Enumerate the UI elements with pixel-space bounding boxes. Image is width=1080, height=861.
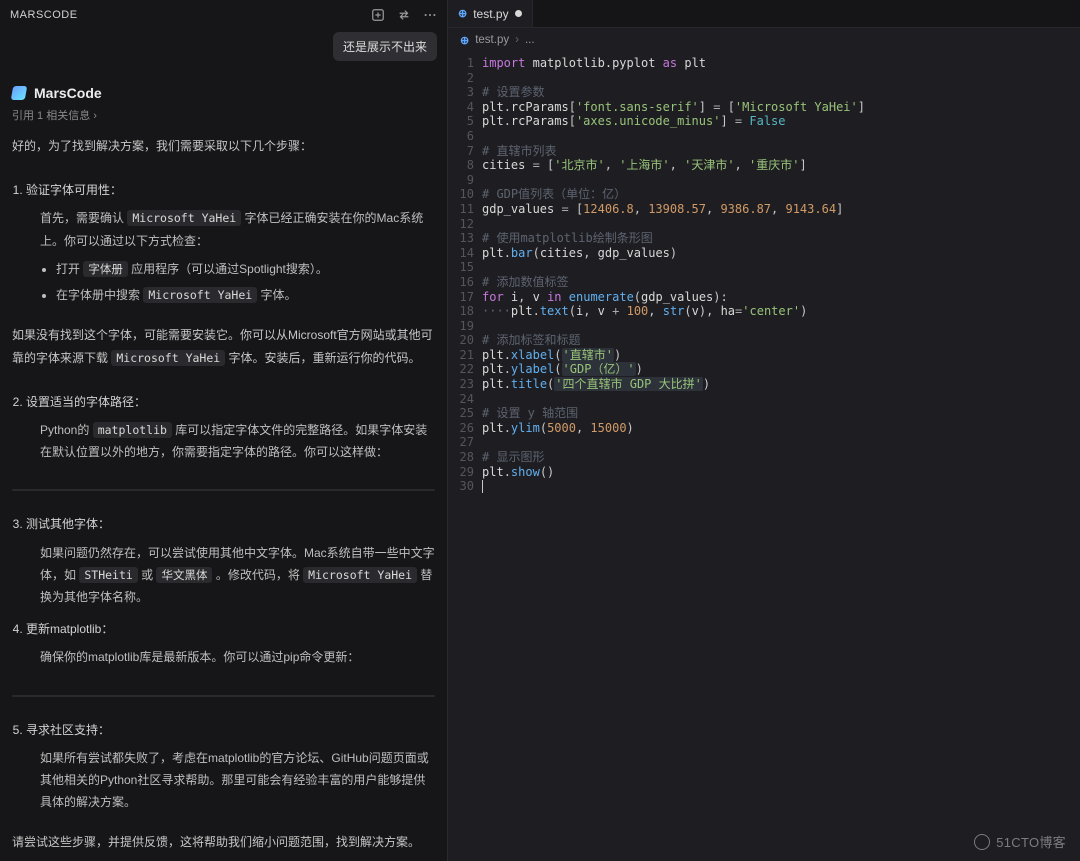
step-5: 寻求社区支持： 如果所有尝试都失败了，考虑在matplotlib的官方论坛、Gi…: [26, 719, 435, 814]
step-2: 设置适当的字体路径： Python的 matplotlib 库可以指定字体文件的…: [26, 391, 435, 464]
step1-followup: 如果没有找到这个字体，可能需要安装它。你可以从Microsoft官方网站或其他可…: [0, 322, 447, 378]
editor-panel: ⊕ test.py ⊕ test.py › ... 12345678910111…: [448, 0, 1080, 861]
step-3: 测试其他字体： 如果问题仍然存在，可以尝试使用其他中文字体。Mac系统自带一些中…: [26, 513, 435, 608]
assistant-steps-3: 测试其他字体： 如果问题仍然存在，可以尝试使用其他中文字体。Mac系统自带一些中…: [0, 501, 447, 684]
code-snippet-bash: bash pip install --upgrade matplotlib: [12, 695, 435, 697]
chip-yahei: Microsoft YaHei: [127, 210, 241, 226]
tab-test-py[interactable]: ⊕ test.py: [448, 0, 533, 27]
user-message-row: 还是展示不出来: [0, 26, 447, 67]
assistant-steps-2: 设置适当的字体路径： Python的 matplotlib 库可以指定字体文件的…: [0, 379, 447, 480]
assistant-intro: 好的，为了找到解决方案，我们需要采取以下几个步骤：: [0, 133, 447, 167]
reference-link[interactable]: 引用 1 相关信息: [0, 105, 447, 133]
python-file-icon: ⊕: [460, 34, 469, 47]
assistant-name: MarsCode: [34, 85, 102, 101]
new-chat-icon[interactable]: [371, 8, 385, 22]
chat-panel: MARSCODE 还是展示不出来 MarsCode 引用 1 相关信息 好的，为…: [0, 0, 448, 861]
step-1: 验证字体可用性： 首先，需要确认 Microsoft YaHei 字体已经正确安…: [26, 179, 435, 306]
python-file-icon: ⊕: [458, 7, 467, 20]
assistant-heading: MarsCode: [0, 67, 447, 105]
line-gutter: 1234567891011121314151617181920212223242…: [448, 52, 482, 861]
more-icon[interactable]: [423, 8, 437, 22]
chip-mpl: matplotlib: [93, 422, 172, 438]
editor-tabs: ⊕ test.py: [448, 0, 1080, 28]
breadcrumb[interactable]: ⊕ test.py › ...: [448, 28, 1080, 52]
assistant-steps-5: 寻求社区支持： 如果所有尝试都失败了，考虑在matplotlib的官方论坛、Gi…: [0, 707, 447, 830]
watermark: 51CTO博客: [974, 832, 1066, 851]
assistant-steps: 验证字体可用性： 首先，需要确认 Microsoft YaHei 字体已经正确安…: [0, 167, 447, 322]
chip-fontbook: 字体册: [83, 261, 128, 277]
code-area[interactable]: import matplotlib.pyplot as plt# 设置参数plt…: [482, 52, 1080, 861]
assistant-outro: 请尝试这些步骤，并提供反馈，这将帮助我们缩小问题范围，找到解决方案。: [0, 829, 447, 861]
chip-stheiti: STHeiti: [79, 567, 137, 583]
code-snippet-python: python import matplotlib.pyplot as plt f…: [12, 489, 435, 491]
transfer-icon[interactable]: [397, 8, 411, 22]
unsaved-dot-icon: [515, 10, 522, 17]
user-message: 还是展示不出来: [333, 32, 437, 61]
brand-label: MARSCODE: [10, 9, 78, 21]
chat-header: MARSCODE: [0, 0, 447, 26]
marscode-logo-icon: [11, 86, 27, 100]
code-editor[interactable]: 1234567891011121314151617181920212223242…: [448, 52, 1080, 861]
chip-yahei-2: Microsoft YaHei: [143, 287, 257, 303]
step-4: 更新matplotlib： 确保你的matplotlib库是最新版本。你可以通过…: [26, 618, 435, 668]
chip-yahei-3: Microsoft YaHei: [111, 350, 225, 366]
chip-huawen: 华文黑体: [156, 567, 212, 583]
chat-header-actions: [371, 8, 437, 22]
chip-yahei-4: Microsoft YaHei: [303, 567, 417, 583]
